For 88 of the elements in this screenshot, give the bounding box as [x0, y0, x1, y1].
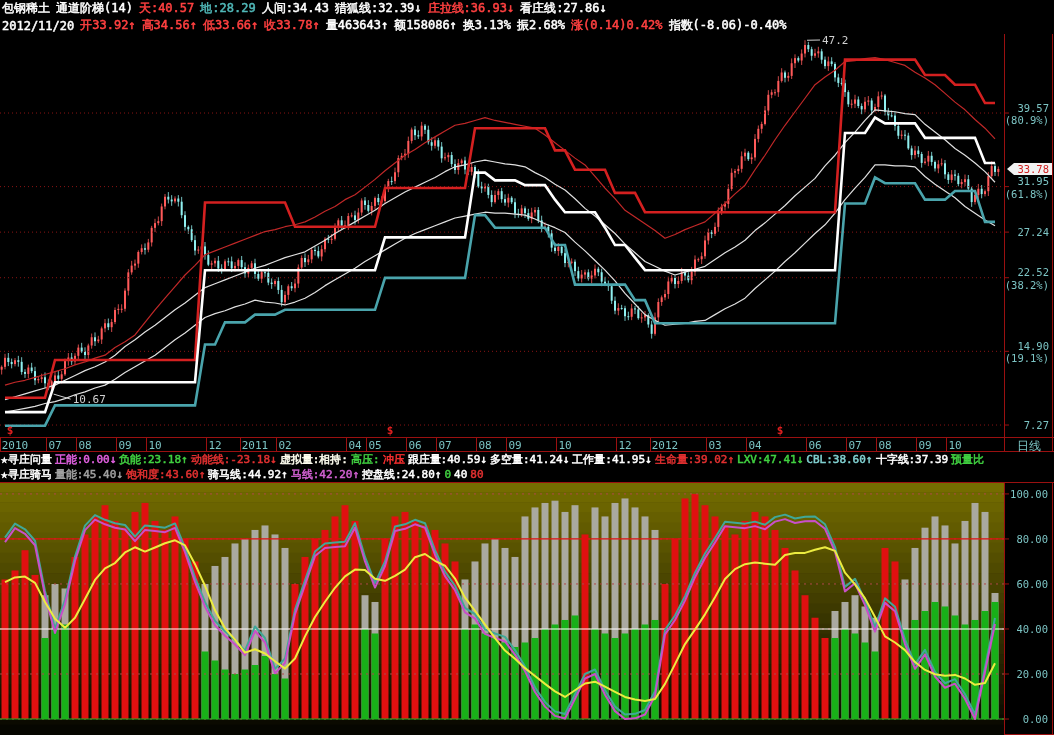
stock-name: 包钢稀土 [2, 0, 50, 17]
quote-value: 额158086↑ [394, 17, 457, 34]
indicator-value: 冲压 [382, 452, 405, 467]
quote-date: 2012/11/20 [2, 18, 75, 33]
date-label: 04 [348, 439, 362, 452]
date-label: 09 [508, 439, 522, 452]
quote-value: 量463643↑ [325, 17, 389, 34]
indicator-value: 量能:45.40↓ [54, 467, 123, 482]
indicator-value: 看庄线:27.86↓ [520, 0, 607, 17]
indicator-value: 工作量:41.95↓ [572, 452, 652, 467]
quote-value: 涨(0.14)0.42% [571, 17, 663, 34]
axis-label: 100.00 [1010, 487, 1048, 500]
indicator-value: 马线:42.20↑ [290, 467, 360, 482]
leader-line [806, 39, 821, 41]
axis-label: 22.52 (38.2%) [1004, 266, 1049, 291]
indicator-value: 预量比 [951, 452, 985, 467]
date-label: 07 [438, 439, 452, 452]
date-label: 08 [78, 439, 92, 452]
signal-mark: $ [776, 424, 784, 437]
date-label: 2012 [651, 439, 679, 452]
price-tag: 33.78 [1007, 162, 1052, 175]
indicator-title: 通道阶梯(14) [56, 0, 133, 17]
axis-label: 20.00 [1016, 668, 1048, 680]
indicator-value: 猎狐线:32.39↓ [335, 0, 422, 17]
axis-label: 14.90 (19.1%) [1004, 339, 1049, 365]
date-label: 10 [148, 439, 162, 452]
date-label: 07 [848, 439, 862, 452]
quote-value: 高34.56↑ [141, 17, 197, 34]
axis-label: 0.00 [1022, 713, 1048, 725]
signal-mark: $ [6, 424, 14, 437]
indicator-value: 控盘线:24.80↑ [362, 467, 442, 482]
date-label: 12 [208, 439, 222, 452]
date-label: 04 [748, 439, 762, 452]
indicator-value: 人间:34.43 [261, 0, 329, 17]
indicator-value: 地:28.29 [200, 0, 256, 17]
indicator-value: 天:40.57 [138, 0, 195, 17]
axis-label: 40.00 [1016, 623, 1048, 635]
date-label: 03 [708, 439, 722, 452]
extreme-price-label: 10.67 [72, 393, 106, 407]
period-label: 日线 [1017, 438, 1041, 452]
date-label: 06 [408, 439, 422, 452]
quote-value: 换3.13% [462, 17, 511, 34]
date-label: 10 [948, 439, 962, 452]
date-label: 07 [48, 439, 62, 452]
date-label: 09 [918, 439, 932, 452]
date-label: 2011 [241, 439, 269, 452]
indicator-value: 虚拟量:相持: [279, 452, 348, 467]
date-label: 05 [368, 439, 382, 452]
extreme-price-label: 47.2 [822, 34, 849, 47]
indicator-value: 十字线:37.39 [875, 452, 949, 467]
axis-label: 39.57 (80.9%) [1004, 101, 1049, 126]
indicator-title: ★寻庄骑马 [1, 467, 52, 482]
indicator-value: 负能:23.18↑ [119, 452, 188, 467]
indicator-value: 0 [444, 468, 452, 481]
quote-value: 开33.92↑ [80, 17, 136, 34]
date-label: 08 [478, 439, 492, 452]
indicator-value: 跟庄量:40.59↓ [407, 452, 487, 467]
indicator-value: 庄拉线:36.93↓ [427, 0, 515, 17]
indicator-value: 动能线:-23.18↓ [190, 452, 277, 467]
indicator-value: 饱和度:43.60↑ [126, 467, 206, 482]
date-label: 08 [878, 439, 892, 452]
axis-label: 27.24 [1017, 226, 1049, 239]
axis-label: 31.95 (61.8%) [1004, 175, 1049, 200]
indicator-value: 多空量:41.24↓ [489, 452, 570, 467]
quote-value: 振2.68% [516, 17, 566, 34]
indicator-value: LXV:47.41↓ [737, 453, 804, 466]
date-label: 2010 [1, 439, 29, 452]
quote-value: 指数(-8.06)-0.40% [668, 17, 787, 34]
date-label: 09 [118, 439, 132, 452]
date-label: 12 [618, 439, 632, 452]
axis-label: 80.00 [1016, 532, 1048, 545]
indicator-value: 高压: [350, 452, 380, 467]
axis-label: 60.00 [1016, 577, 1048, 590]
indicator-value: 生命量:39.02↑ [654, 452, 735, 467]
signal-mark: $ [386, 424, 394, 437]
indicator-title: ★寻庄问量 [1, 452, 52, 467]
date-label: 02 [278, 439, 292, 452]
leader-line [53, 393, 72, 400]
quote-value: 低33.66↑ [202, 17, 259, 34]
indicator-value: 40 [454, 468, 468, 481]
date-label: 10 [558, 439, 572, 452]
indicator-value: 正能:0.00↓ [54, 452, 117, 467]
indicator-value: 80 [470, 468, 484, 481]
quote-value: 收33.78↑ [264, 17, 320, 34]
indicator-value: 骑马线:44.92↑ [208, 467, 288, 482]
date-label: 06 [808, 439, 822, 452]
indicator-value: CBL:38.60↑ [806, 453, 873, 466]
axis-label: 7.27 [1023, 419, 1049, 431]
